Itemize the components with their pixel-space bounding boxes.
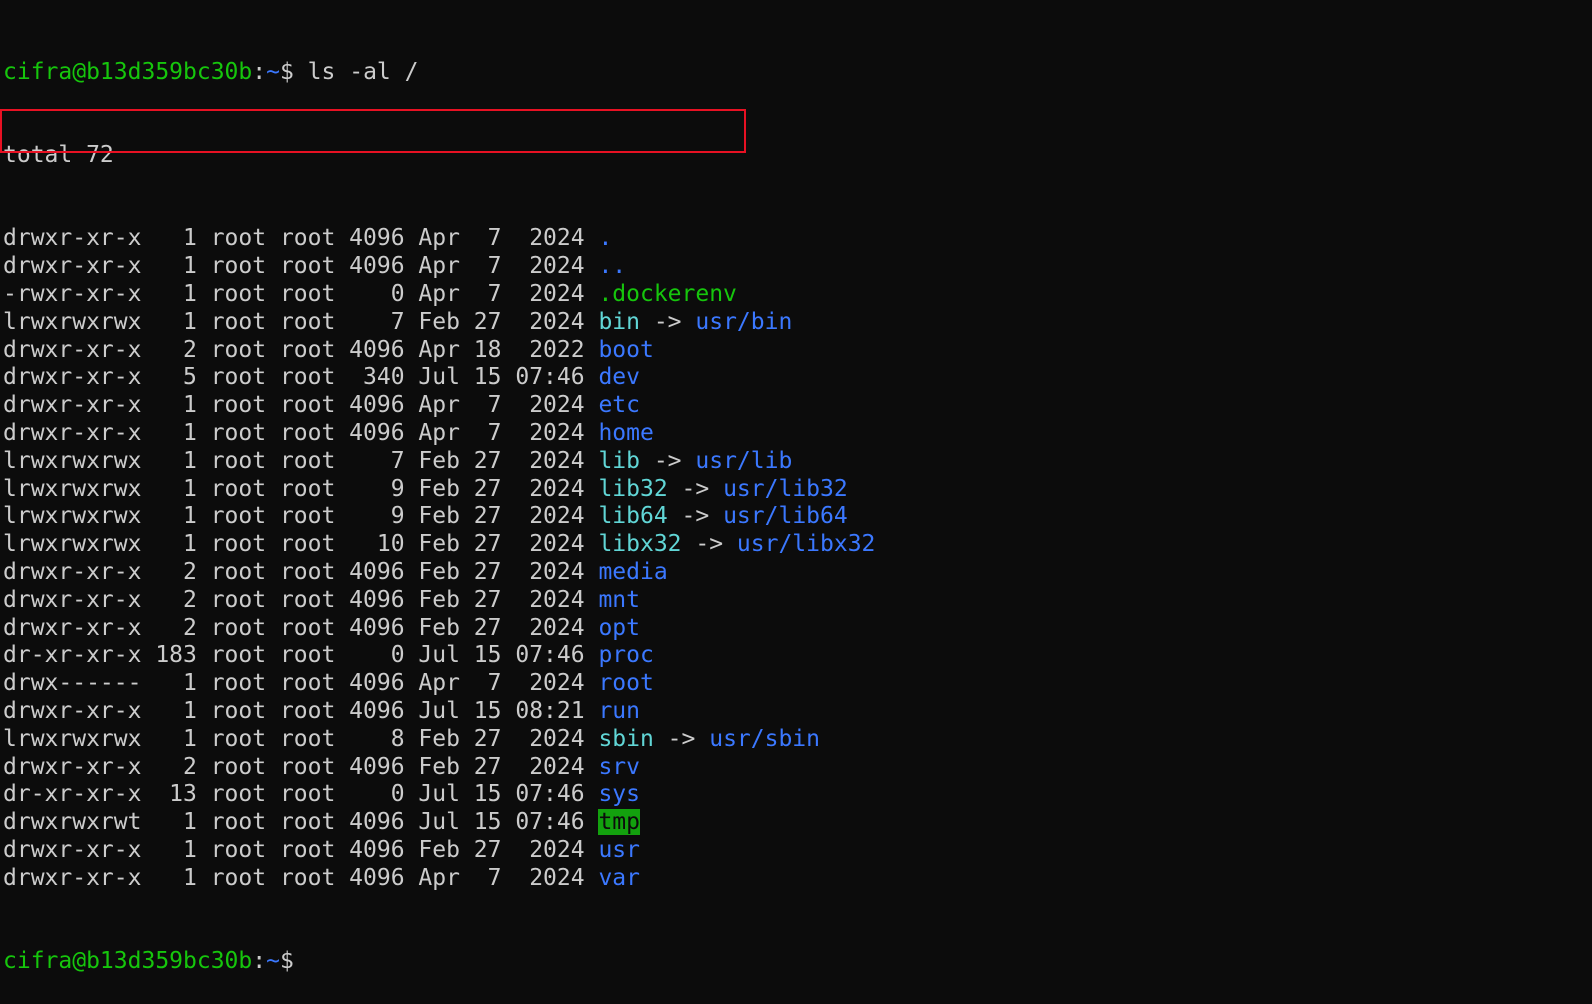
listing-row: drwxr-xr-x 2 root root 4096 Feb 27 2024 … [3,587,1588,615]
listing-row: drwxr-xr-x 1 root root 4096 Apr 7 2024 .… [3,253,1588,281]
listing-meta: drwxr-xr-x 5 root root 340 Jul 15 07:46 [3,364,599,391]
directory-listing: drwxr-xr-x 1 root root 4096 Apr 7 2024 .… [3,225,1588,892]
listing-row: drwxr-xr-x 1 root root 4096 Apr 7 2024 e… [3,392,1588,420]
listing-row: lrwxrwxrwx 1 root root 9 Feb 27 2024 lib… [3,476,1588,504]
total-line: total 72 [3,141,114,168]
text-cursor [294,965,307,968]
listing-name: root [598,670,654,697]
symlink-target: usr/lib [695,447,793,474]
listing-meta: drwx------ 1 root root 4096 Apr 7 2024 [3,670,599,697]
listing-row: lrwxrwxrwx 1 root root 7 Feb 27 2024 bin… [3,309,1588,337]
symlink-target: usr/libx32 [736,531,876,558]
listing-name: var [598,864,640,891]
listing-meta: drwxr-xr-x 2 root root 4096 Feb 27 2024 [3,558,599,585]
listing-row: drwxr-xr-x 2 root root 4096 Apr 18 2022 … [3,337,1588,365]
listing-row: drwxr-xr-x 5 root root 340 Jul 15 07:46 … [3,364,1588,392]
listing-row: lrwxrwxrwx 1 root root 9 Feb 27 2024 lib… [3,503,1588,531]
listing-row: dr-xr-xr-x 183 root root 0 Jul 15 07:46 … [3,642,1588,670]
listing-row: drwxr-xr-x 2 root root 4096 Feb 27 2024 … [3,559,1588,587]
listing-meta: drwxrwxrwt 1 root root 4096 Jul 15 07:46 [3,809,599,836]
symlink-arrow: -> [639,308,696,335]
listing-row: drwxr-xr-x 1 root root 4096 Jul 15 08:21… [3,698,1588,726]
listing-name: proc [598,642,654,669]
listing-name: etc [598,392,640,419]
listing-meta: drwxr-xr-x 2 root root 4096 Feb 27 2024 [3,614,599,641]
prompt-path: ~ [266,58,280,85]
listing-name: .. [598,253,627,280]
listing-name: mnt [598,586,640,613]
symlink-target: usr/lib64 [723,503,848,530]
listing-name: media [598,558,668,585]
listing-name: .dockerenv [598,280,737,307]
listing-meta: drwxr-xr-x 2 root root 4096 Feb 27 2024 [3,753,599,780]
listing-row: drwxr-xr-x 1 root root 4096 Apr 7 2024 h… [3,420,1588,448]
listing-meta: drwxr-xr-x 1 root root 4096 Apr 7 2024 [3,253,599,280]
listing-meta: dr-xr-xr-x 13 root root 0 Jul 15 07:46 [3,781,599,808]
listing-row: lrwxrwxrwx 1 root root 8 Feb 27 2024 sbi… [3,726,1588,754]
listing-name: home [598,419,654,446]
symlink-target: usr/lib32 [723,475,848,502]
listing-meta: lrwxrwxrwx 1 root root 7 Feb 27 2024 [3,308,599,335]
listing-name: bin [598,308,640,335]
listing-row: -rwxr-xr-x 1 root root 0 Apr 7 2024 .doc… [3,281,1588,309]
symlink-target: usr/sbin [709,725,820,752]
listing-meta: drwxr-xr-x 2 root root 4096 Apr 18 2022 [3,336,599,363]
prompt-symbol: $ [279,948,294,975]
listing-row: dr-xr-xr-x 13 root root 0 Jul 15 07:46 s… [3,781,1588,809]
prompt-user: cifra@b13d359bc30b [3,948,253,975]
terminal-window[interactable]: cifra@b13d359bc30b:~$ ls -al / total 72 … [3,0,1588,980]
prompt-symbol: $ [279,58,294,85]
listing-meta: drwxr-xr-x 1 root root 4096 Apr 7 2024 [3,392,599,419]
prompt-line-command: cifra@b13d359bc30b:~$ ls -al / [3,59,1588,87]
listing-row: lrwxrwxrwx 1 root root 7 Feb 27 2024 lib… [3,448,1588,476]
listing-meta: drwxr-xr-x 1 root root 4096 Apr 7 2024 [3,419,599,446]
listing-meta: drwxr-xr-x 1 root root 4096 Apr 7 2024 [3,864,599,891]
prompt-path: ~ [266,948,280,975]
listing-row: drwxrwxrwt 1 root root 4096 Jul 15 07:46… [3,809,1588,837]
listing-meta: lrwxrwxrwx 1 root root 8 Feb 27 2024 [3,725,599,752]
listing-name: tmp [598,809,640,836]
listing-row: drwxr-xr-x 1 root root 4096 Apr 7 2024 . [3,225,1588,253]
listing-meta: dr-xr-xr-x 183 root root 0 Jul 15 07:46 [3,642,599,669]
listing-row: drwxr-xr-x 2 root root 4096 Feb 27 2024 … [3,615,1588,643]
symlink-target: usr/bin [695,308,793,335]
listing-name: opt [598,614,640,641]
listing-name: sys [598,781,640,808]
listing-meta: lrwxrwxrwx 1 root root 9 Feb 27 2024 [3,475,599,502]
listing-meta: drwxr-xr-x 2 root root 4096 Feb 27 2024 [3,586,599,613]
listing-name: libx32 [598,531,682,558]
listing-row: drwxr-xr-x 1 root root 4096 Feb 27 2024 … [3,837,1588,865]
listing-meta: lrwxrwxrwx 1 root root 10 Feb 27 2024 [3,531,599,558]
listing-row: drwxr-xr-x 1 root root 4096 Apr 7 2024 v… [3,865,1588,893]
symlink-arrow: -> [667,475,724,502]
listing-name: srv [598,753,640,780]
listing-meta: drwxr-xr-x 1 root root 4096 Apr 7 2024 [3,225,599,252]
listing-meta: drwxr-xr-x 1 root root 4096 Jul 15 08:21 [3,697,599,724]
listing-name: boot [598,336,654,363]
listing-name: dev [598,364,640,391]
listing-name: sbin [598,725,654,752]
listing-meta: -rwxr-xr-x 1 root root 0 Apr 7 2024 [3,280,599,307]
listing-row: drwxr-xr-x 2 root root 4096 Feb 27 2024 … [3,754,1588,782]
prompt-separator: : [252,948,267,975]
listing-meta: drwxr-xr-x 1 root root 4096 Feb 27 2024 [3,836,599,863]
listing-name: run [598,697,640,724]
listing-row: lrwxrwxrwx 1 root root 10 Feb 27 2024 li… [3,531,1588,559]
symlink-arrow: -> [681,531,737,558]
listing-name: lib32 [598,475,668,502]
listing-meta: lrwxrwxrwx 1 root root 7 Feb 27 2024 [3,447,599,474]
listing-name: lib [598,447,640,474]
listing-name: usr [598,836,640,863]
prompt-user: cifra@b13d359bc30b [3,58,253,85]
prompt-line-current[interactable]: cifra@b13d359bc30b:~$ [3,948,1588,976]
listing-name: lib64 [598,503,668,530]
symlink-arrow: -> [653,725,710,752]
listing-row: drwx------ 1 root root 4096 Apr 7 2024 r… [3,670,1588,698]
symlink-arrow: -> [639,447,696,474]
command-text: ls -al / [293,58,419,85]
listing-meta: lrwxrwxrwx 1 root root 9 Feb 27 2024 [3,503,599,530]
prompt-separator: : [252,58,267,85]
listing-name: . [598,225,613,252]
symlink-arrow: -> [667,503,724,530]
